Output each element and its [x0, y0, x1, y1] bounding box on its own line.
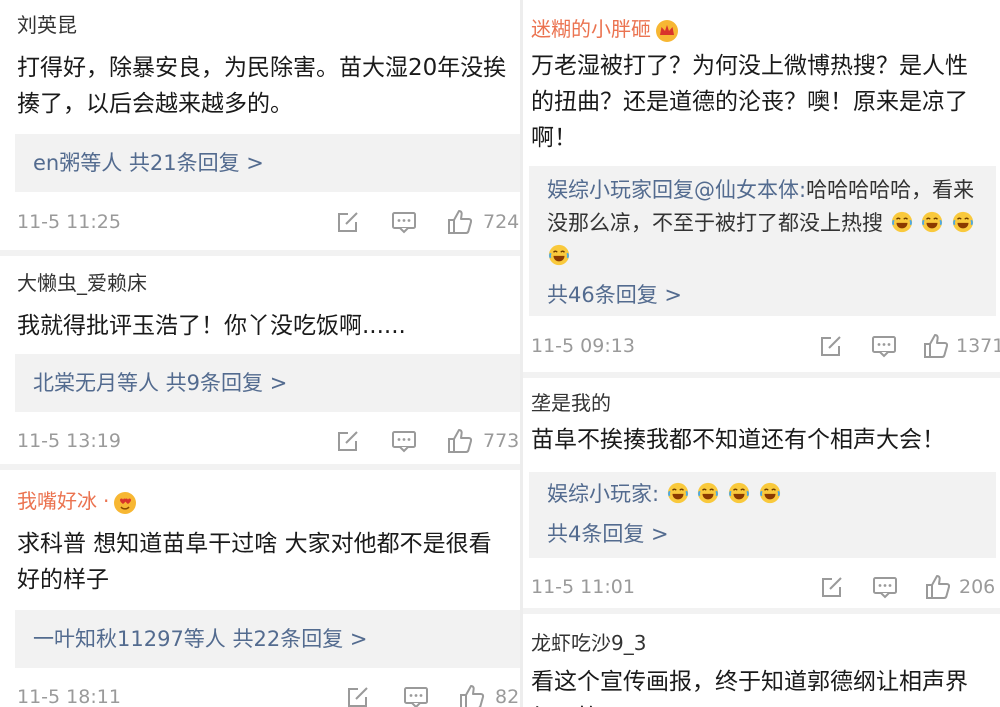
laugh-tears-emoji: [921, 211, 943, 233]
timestamp: 11-5 11:25: [17, 211, 121, 233]
thumbs-up-icon[interactable]: [447, 209, 473, 235]
laugh-tears-emoji: [891, 211, 913, 233]
edit-icon[interactable]: [819, 574, 845, 600]
reply-author[interactable]: 娱综小玩家:: [547, 482, 659, 506]
username-text: 迷糊的小胖砸: [531, 17, 651, 41]
thumbs-up-icon[interactable]: [923, 333, 949, 359]
username[interactable]: 刘英昆: [17, 12, 77, 38]
reply-author[interactable]: 娱综小玩家回复@仙女本体:: [547, 178, 806, 202]
timestamp: 11-5 18:11: [17, 686, 121, 707]
laugh-tears-emoji: [759, 482, 781, 504]
comment-text: 苗阜不挨揍我都不知道还有个相声大会！: [531, 427, 945, 453]
comment-meta: 11-5 18:11 82: [17, 682, 520, 707]
timestamp: 11-5 13:19: [17, 430, 121, 452]
right-comment-column: 迷糊的小胖砸 万老湿被打了？为何没上微博热搜？是人性的扭曲？还是道德的沦丧？噢！…: [523, 0, 1000, 707]
reply-summary-box[interactable]: 一叶知秋11297等人 共22条回复 >: [15, 610, 520, 668]
comment-meta: 11-5 11:01 206: [531, 572, 1000, 602]
reply-summary-box[interactable]: en粥等人 共21条回复 >: [15, 134, 520, 192]
left-comment-column: 刘英昆 打得好，除暴安良，为民除害。苗大湿20年没挨揍了，以后会越来越多的。 e…: [0, 0, 520, 707]
username-suffix: ·: [103, 489, 110, 513]
laugh-tears-emoji: [667, 482, 689, 504]
like-count: 206: [959, 576, 996, 598]
comment-text: 求科普 想知道苗阜干过啥 大家对他都不是很看好的样子: [17, 531, 492, 593]
username[interactable]: 迷糊的小胖砸: [531, 16, 679, 43]
comment-icon[interactable]: [872, 574, 898, 600]
comment-card: 龙虾吃沙9_3 看这个宣传画报，终于知道郭德纲让相声界很可笑: [523, 614, 1000, 707]
laugh-tears-emoji: [697, 482, 719, 504]
timestamp: 11-5 11:01: [531, 576, 635, 598]
comment-card: 迷糊的小胖砸 万老湿被打了？为何没上微博热搜？是人性的扭曲？还是道德的沦丧？噢！…: [523, 0, 1000, 372]
thumbs-up-icon[interactable]: [459, 684, 485, 707]
edit-icon[interactable]: [335, 428, 361, 454]
comment-text: 我就得批评玉浩了！你丫没吃饭啊......: [17, 313, 406, 339]
like-count: 773: [483, 430, 520, 452]
comment-icon[interactable]: [871, 333, 897, 359]
comment-card: 刘英昆 打得好，除暴安良，为民除害。苗大湿20年没挨揍了，以后会越来越多的。 e…: [0, 0, 520, 250]
comment-icon[interactable]: [391, 209, 417, 235]
comment-card: 大懒虫_爱赖床 我就得批评玉浩了！你丫没吃饭啊...... 北棠无月等人 共9条…: [0, 256, 520, 464]
reply-more-link[interactable]: 共4条回复 >: [547, 518, 978, 548]
thumbs-up-icon[interactable]: [925, 574, 951, 600]
edit-icon[interactable]: [345, 684, 371, 707]
comment-meta: 11-5 11:25 724: [17, 207, 520, 237]
reply-summary[interactable]: en粥等人 共21条回复 >: [33, 147, 502, 177]
reply-summary-box[interactable]: 北棠无月等人 共9条回复 >: [15, 354, 520, 412]
laugh-tears-emoji: [952, 211, 974, 233]
comment-card: 我嘴好冰 · 求科普 想知道苗阜干过啥 大家对他都不是很看好的样子 一叶知秋112…: [0, 470, 520, 707]
laugh-tears-emoji: [548, 244, 570, 266]
like-count: 724: [483, 211, 520, 233]
edit-icon[interactable]: [335, 209, 361, 235]
laugh-tears-emoji: [728, 482, 750, 504]
like-count: 1371: [956, 335, 1000, 357]
thumbs-up-icon[interactable]: [447, 428, 473, 454]
reply-content: 娱综小玩家:: [547, 478, 978, 510]
comment-text: 看这个宣传画报，终于知道郭德纲让相声界很可笑: [531, 669, 968, 707]
reply-more-link[interactable]: 共46条回复 >: [547, 279, 978, 309]
reply-box[interactable]: 娱综小玩家回复@仙女本体:哈哈哈哈哈，看来没那么凉，不至于被打了都没上热搜 共4…: [529, 166, 996, 316]
reply-box[interactable]: 娱综小玩家: 共4条回复 >: [529, 472, 996, 558]
comment-meta: 11-5 09:13 1371: [531, 331, 1000, 361]
username[interactable]: 我嘴好冰 ·: [17, 488, 137, 515]
edit-icon[interactable]: [818, 333, 844, 359]
comment-text: 万老湿被打了？为何没上微博热搜？是人性的扭曲？还是道德的沦丧？噢！原来是凉了啊！: [531, 53, 968, 151]
username[interactable]: 大懒虫_爱赖床: [17, 270, 147, 296]
reply-content: 娱综小玩家回复@仙女本体:哈哈哈哈哈，看来没那么凉，不至于被打了都没上热搜: [547, 174, 978, 273]
username-text: 我嘴好冰: [17, 489, 97, 513]
username[interactable]: 垄是我的: [531, 390, 611, 416]
reply-summary[interactable]: 一叶知秋11297等人 共22条回复 >: [33, 623, 502, 653]
reply-summary[interactable]: 北棠无月等人 共9条回复 >: [33, 367, 502, 397]
comment-meta: 11-5 13:19 773: [17, 426, 520, 456]
heart-eyes-badge-icon: [113, 491, 137, 515]
comment-card: 垄是我的 苗阜不挨揍我都不知道还有个相声大会！ 娱综小玩家: 共4条回复 > 1…: [523, 378, 1000, 608]
crown-badge-icon: [655, 19, 679, 43]
like-count: 82: [495, 686, 520, 707]
timestamp: 11-5 09:13: [531, 335, 635, 357]
username[interactable]: 龙虾吃沙9_3: [531, 630, 646, 656]
comment-icon[interactable]: [391, 428, 417, 454]
comment-text: 打得好，除暴安良，为民除害。苗大湿20年没挨揍了，以后会越来越多的。: [17, 55, 507, 117]
comment-icon[interactable]: [403, 684, 429, 707]
